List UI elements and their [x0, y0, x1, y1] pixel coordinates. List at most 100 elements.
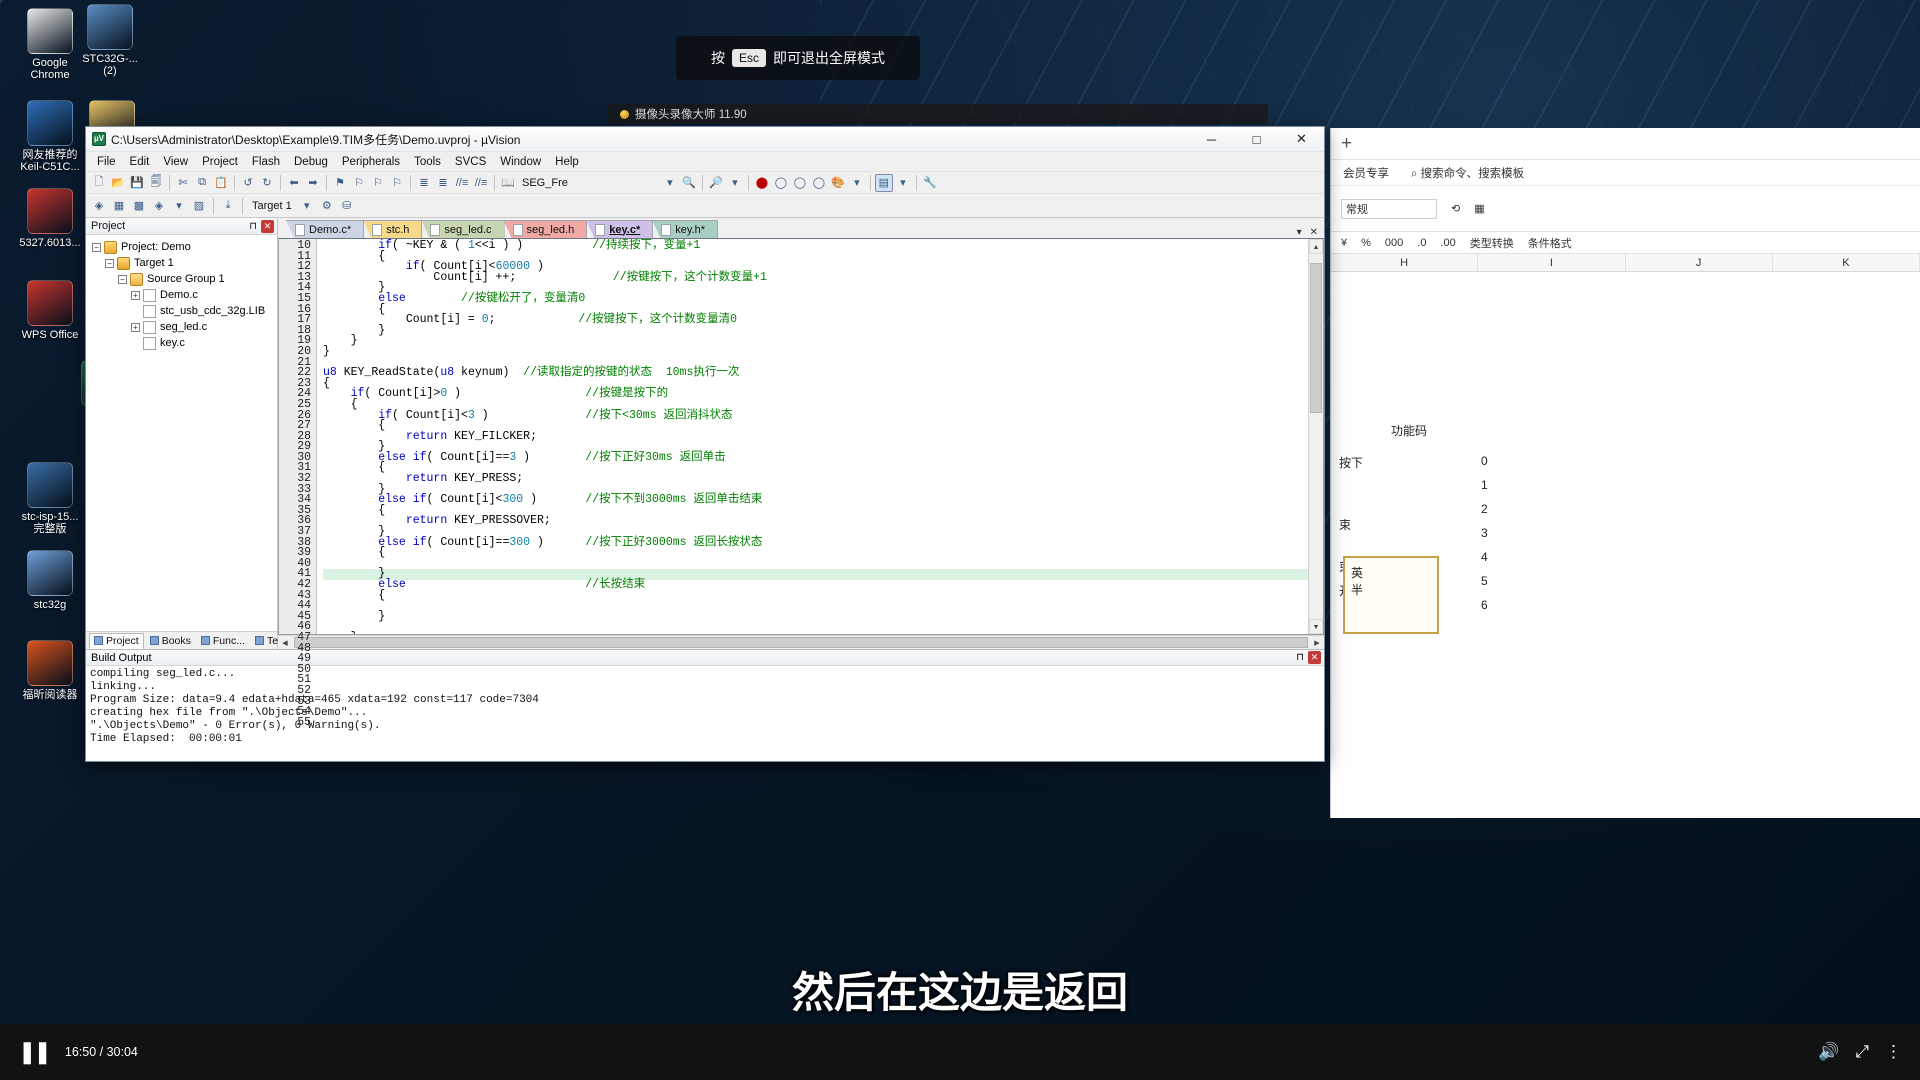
code-line[interactable]: }: [323, 632, 1323, 634]
desktop-icon-stc32g-2[interactable]: STC32G-... (2): [68, 4, 152, 77]
close-tab-icon[interactable]: ✕: [1310, 227, 1318, 238]
bookmark-prev-icon[interactable]: ⚐: [350, 174, 368, 192]
decimal-inc-label[interactable]: .0: [1417, 237, 1426, 249]
column-header-j[interactable]: J: [1626, 254, 1773, 271]
search-command-box[interactable]: ⌕ 搜索命令、搜索模板: [1411, 165, 1524, 181]
code-line[interactable]: }: [323, 335, 1323, 347]
thousands-label[interactable]: 000: [1385, 237, 1403, 249]
code-line[interactable]: else if( Count[i]<300 ) //按下不到3000ms 返回单…: [323, 494, 1323, 506]
copy-icon[interactable]: ⧉: [193, 174, 211, 192]
keil-uvision-window[interactable]: µV C:\Users\Administrator\Desktop\Exampl…: [85, 126, 1325, 762]
tree-item-demo-c[interactable]: + Demo.c: [86, 287, 277, 303]
code-line[interactable]: return KEY_PRESSOVER;: [323, 515, 1323, 527]
forward-icon[interactable]: ➡: [304, 174, 322, 192]
menu-edit[interactable]: Edit: [123, 154, 157, 170]
pin-icon[interactable]: ⊓: [245, 221, 261, 232]
code-line[interactable]: {: [323, 590, 1323, 602]
code-line[interactable]: [323, 559, 1323, 570]
code-line[interactable]: {: [323, 547, 1323, 559]
menu-help[interactable]: Help: [548, 154, 586, 170]
zoom-icon[interactable]: 🔎: [707, 174, 725, 192]
code-line[interactable]: if( Count[i]>0 ) //按键是按下的: [323, 388, 1323, 400]
menu-view[interactable]: View: [156, 154, 195, 170]
outdent-icon[interactable]: ≣: [434, 174, 452, 192]
sheet-cell[interactable]: 束: [1339, 516, 1351, 533]
sheet-cell[interactable]: 0: [1481, 454, 1488, 468]
code-line[interactable]: }: [323, 325, 1323, 337]
project-tree[interactable]: − Project: Demo − Target 1− Source Group 1 + D…: [86, 235, 277, 631]
editor-horizontal-scrollbar[interactable]: ◀ ▶: [278, 635, 1324, 649]
code-line[interactable]: else //长按结束: [323, 579, 1323, 591]
find-dropdown-icon[interactable]: ▾: [661, 174, 679, 192]
code-line[interactable]: return KEY_FILCKER;: [323, 430, 1323, 443]
build-output-close-icon[interactable]: ✕: [1308, 651, 1321, 664]
project-tab-project[interactable]: Project: [89, 632, 144, 649]
open-file-icon[interactable]: 📂: [109, 174, 127, 192]
tree-item-target-1[interactable]: − Target 1: [86, 255, 277, 271]
menu-project[interactable]: Project: [195, 154, 245, 170]
stop-build-icon[interactable]: ▨: [190, 197, 208, 215]
code-line[interactable]: else if( Count[i]==3 ) //按下正好30ms 返回单击: [323, 452, 1323, 464]
menu-tools[interactable]: Tools: [407, 154, 448, 170]
code-line[interactable]: if( ~KEY & ( 1<<i ) ) //持续按下，变量+1: [323, 240, 1323, 252]
conditional-format-button[interactable]: 条件格式: [1528, 235, 1572, 251]
desktop-icon-stc32g-doc[interactable]: stc32g: [8, 550, 92, 611]
sheet-cell[interactable]: 4: [1481, 550, 1488, 564]
scroll-up-button[interactable]: ▲: [1309, 239, 1323, 254]
code-editor[interactable]: 10 11 12 13 14 15 16 17 18 19 20 21 22 23 24 25 26 27 28 29…: [278, 238, 1324, 728]
panel-close-icon[interactable]: ✕: [261, 219, 274, 233]
tree-item-key-c[interactable]: key.c: [86, 335, 277, 351]
find-in-files-icon[interactable]: 🔍: [680, 174, 698, 192]
uncomment-icon[interactable]: //≡: [472, 174, 490, 192]
sheet-cell[interactable]: 功能码: [1391, 422, 1427, 439]
target-dropdown-icon[interactable]: ▾: [298, 197, 316, 215]
tree-expander-icon[interactable]: −: [105, 258, 114, 268]
editor-tab-seg-led-c[interactable]: seg_led.c: [421, 220, 505, 238]
member-benefits-link[interactable]: 会员专享: [1343, 165, 1389, 181]
paste-icon[interactable]: 📋: [212, 174, 230, 192]
tree-item-seg-led-c[interactable]: + seg_led.c: [86, 319, 277, 335]
colors-dropdown-icon[interactable]: ▾: [848, 174, 866, 192]
kill-breakpoints-icon[interactable]: ◯: [772, 174, 790, 192]
code-line[interactable]: else //按键松开了，变量清0: [323, 293, 1323, 305]
maximize-button[interactable]: □: [1234, 127, 1279, 152]
code-text[interactable]: if( ~KEY & ( 1<<i ) ) //持续按下，变量+1 { if( …: [317, 239, 1323, 634]
tree-expander-icon[interactable]: +: [131, 322, 140, 332]
project-tab-func[interactable]: Func...: [197, 634, 249, 648]
cut-icon[interactable]: ✄: [174, 174, 192, 192]
download-icon[interactable]: ⤓: [219, 197, 237, 215]
target-selector[interactable]: Target 1: [248, 200, 296, 212]
layout-dropdown-icon[interactable]: ▾: [894, 174, 912, 192]
window-layout-icon[interactable]: ▤: [874, 173, 893, 192]
code-line[interactable]: Count[i] ++; //按键按下，这个计数变量+1: [323, 272, 1323, 284]
currency-icon[interactable]: ¥: [1341, 237, 1347, 249]
undo-icon[interactable]: ↺: [239, 174, 257, 192]
code-line[interactable]: [323, 601, 1323, 612]
back-icon[interactable]: ⬅: [285, 174, 303, 192]
vertical-scroll-thumb[interactable]: [1310, 263, 1322, 413]
code-line[interactable]: if( Count[i]<3 ) //按下<30ms 返回消抖状态: [323, 409, 1323, 422]
code-line[interactable]: Count[i] = 0; //按键按下，这个计数变量清0: [323, 314, 1323, 326]
zoom-dropdown-icon[interactable]: ▾: [726, 174, 744, 192]
column-header-h[interactable]: H: [1331, 254, 1479, 271]
colors-icon[interactable]: 🎨: [829, 174, 847, 192]
code-line[interactable]: }: [323, 611, 1323, 623]
insert-breakpoint-icon[interactable]: ⬤: [753, 174, 771, 192]
refresh-icon[interactable]: ⟲: [1451, 202, 1460, 215]
tree-item-project-demo[interactable]: − Project: Demo: [86, 239, 277, 255]
more-icon[interactable]: ⋮: [1885, 1042, 1902, 1062]
indent-icon[interactable]: ≣: [415, 174, 433, 192]
configuration-wizard-icon[interactable]: 🔧: [921, 174, 939, 192]
scroll-down-button[interactable]: ▼: [1309, 619, 1323, 634]
scroll-right-button[interactable]: ▶: [1310, 639, 1324, 647]
code-line[interactable]: [323, 622, 1323, 633]
redo-icon[interactable]: ↻: [258, 174, 276, 192]
menu-flash[interactable]: Flash: [245, 154, 287, 170]
pause-button[interactable]: ❚❚: [18, 1039, 52, 1065]
editor-tab-seg-led-h[interactable]: seg_led.h: [503, 220, 588, 238]
bookmark-next-icon[interactable]: ⚐: [369, 174, 387, 192]
bookmark-clear-icon[interactable]: ⚐: [388, 174, 406, 192]
new-file-icon[interactable]: 🗋: [90, 174, 108, 192]
sheet-cell[interactable]: 3: [1481, 526, 1488, 540]
code-line[interactable]: u8 KEY_ReadState(u8 keynum) //读取指定的按键的状态…: [323, 367, 1323, 379]
